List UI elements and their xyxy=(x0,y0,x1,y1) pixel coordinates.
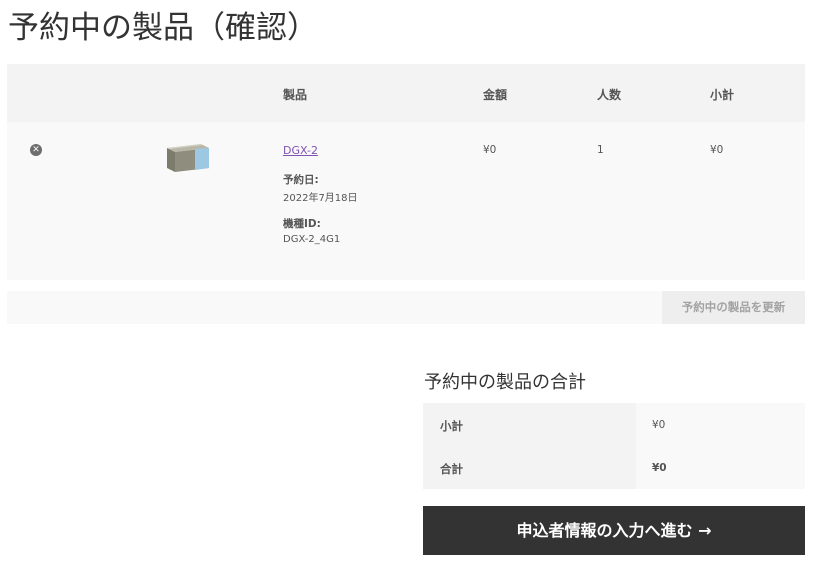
reservation-date-label: 予約日: xyxy=(283,174,319,186)
subtotal-value: ¥0 xyxy=(652,419,666,431)
model-id-label: 機種ID: xyxy=(283,218,321,230)
column-header-quantity: 人数 xyxy=(597,88,622,102)
product-name-link[interactable]: DGX-2 xyxy=(283,144,318,157)
totals-value-cell: ¥0 xyxy=(636,403,805,446)
totals-value-cell: ¥0 xyxy=(636,446,805,489)
page-title: 予約中の製品（確認） xyxy=(8,10,318,46)
totals-row-subtotal: 小計 ¥0 xyxy=(423,403,805,446)
cart-totals-table: 小計 ¥0 合計 ¥0 xyxy=(423,403,805,489)
item-price: ¥0 xyxy=(483,144,497,156)
cart-page: 予約中の製品（確認） 製品 金額 人数 小計 ✕ DGX-2 予約日: 2022… xyxy=(0,0,826,568)
item-quantity[interactable]: 1 xyxy=(597,144,604,156)
totals-label-cell: 小計 xyxy=(423,403,636,446)
totals-label-cell: 合計 xyxy=(423,446,636,489)
subtotal-label: 小計 xyxy=(440,419,463,433)
column-header-subtotal: 小計 xyxy=(710,88,735,102)
cart-table: 製品 金額 人数 小計 ✕ DGX-2 予約日: 2022年7月18日 機種ID… xyxy=(7,64,805,324)
column-header-product: 製品 xyxy=(283,88,308,102)
proceed-to-checkout-button[interactable]: 申込者情報の入力へ進む → xyxy=(423,506,805,555)
item-subtotal: ¥0 xyxy=(710,144,724,156)
total-label: 合計 xyxy=(440,462,463,476)
table-row: ✕ DGX-2 予約日: 2022年7月18日 機種ID: DGX-2_4G1 … xyxy=(7,122,805,280)
model-id-value: DGX-2_4G1 xyxy=(283,234,341,245)
reservation-date-value: 2022年7月18日 xyxy=(283,193,358,204)
column-header-price: 金額 xyxy=(483,88,508,102)
remove-item-icon[interactable]: ✕ xyxy=(30,144,42,156)
cart-actions-row: 予約中の製品を更新 xyxy=(7,291,805,324)
cart-table-header: 製品 金額 人数 小計 xyxy=(7,64,805,122)
update-cart-button[interactable]: 予約中の製品を更新 xyxy=(662,291,805,324)
total-value: ¥0 xyxy=(652,462,667,474)
totals-row-total: 合計 ¥0 xyxy=(423,446,805,489)
cart-totals-title: 予約中の製品の合計 xyxy=(424,372,586,393)
product-thumbnail[interactable] xyxy=(165,142,211,172)
